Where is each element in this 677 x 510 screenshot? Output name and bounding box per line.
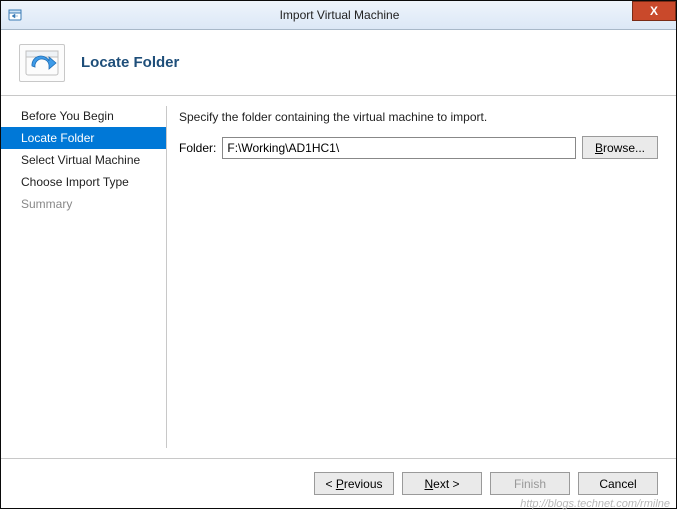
step-label: Before You Begin xyxy=(21,109,114,123)
previous-button[interactable]: < Previous xyxy=(314,472,394,495)
wizard-footer: < Previous Next > Finish Cancel xyxy=(1,458,676,508)
folder-label: Folder: xyxy=(179,141,216,155)
wizard-body: Before You Begin Locate Folder Select Vi… xyxy=(1,96,676,458)
folder-input[interactable] xyxy=(222,137,576,159)
finish-button: Finish xyxy=(490,472,570,495)
window-icon xyxy=(7,7,23,23)
folder-row: Folder: Browse... xyxy=(179,136,658,159)
step-label: Choose Import Type xyxy=(21,175,129,189)
step-before-you-begin[interactable]: Before You Begin xyxy=(1,105,166,127)
window-title: Import Virtual Machine xyxy=(23,8,656,22)
step-choose-import-type[interactable]: Choose Import Type xyxy=(1,171,166,193)
wizard-steps: Before You Begin Locate Folder Select Vi… xyxy=(1,96,166,458)
import-arrow-icon xyxy=(19,44,65,82)
close-icon: X xyxy=(650,4,658,18)
step-label: Summary xyxy=(21,197,72,211)
step-select-virtual-machine[interactable]: Select Virtual Machine xyxy=(1,149,166,171)
step-label: Locate Folder xyxy=(21,131,94,145)
wizard-content: Specify the folder containing the virtua… xyxy=(167,96,676,458)
title-bar: Import Virtual Machine X xyxy=(1,1,676,30)
instruction-text: Specify the folder containing the virtua… xyxy=(179,110,658,124)
browse-button[interactable]: Browse... xyxy=(582,136,658,159)
cancel-button[interactable]: Cancel xyxy=(578,472,658,495)
step-summary: Summary xyxy=(1,193,166,215)
close-button[interactable]: X xyxy=(632,1,676,21)
next-button[interactable]: Next > xyxy=(402,472,482,495)
step-label: Select Virtual Machine xyxy=(21,153,140,167)
wizard-header: Locate Folder xyxy=(1,30,676,95)
step-locate-folder[interactable]: Locate Folder xyxy=(1,127,166,149)
page-heading: Locate Folder xyxy=(81,54,179,71)
